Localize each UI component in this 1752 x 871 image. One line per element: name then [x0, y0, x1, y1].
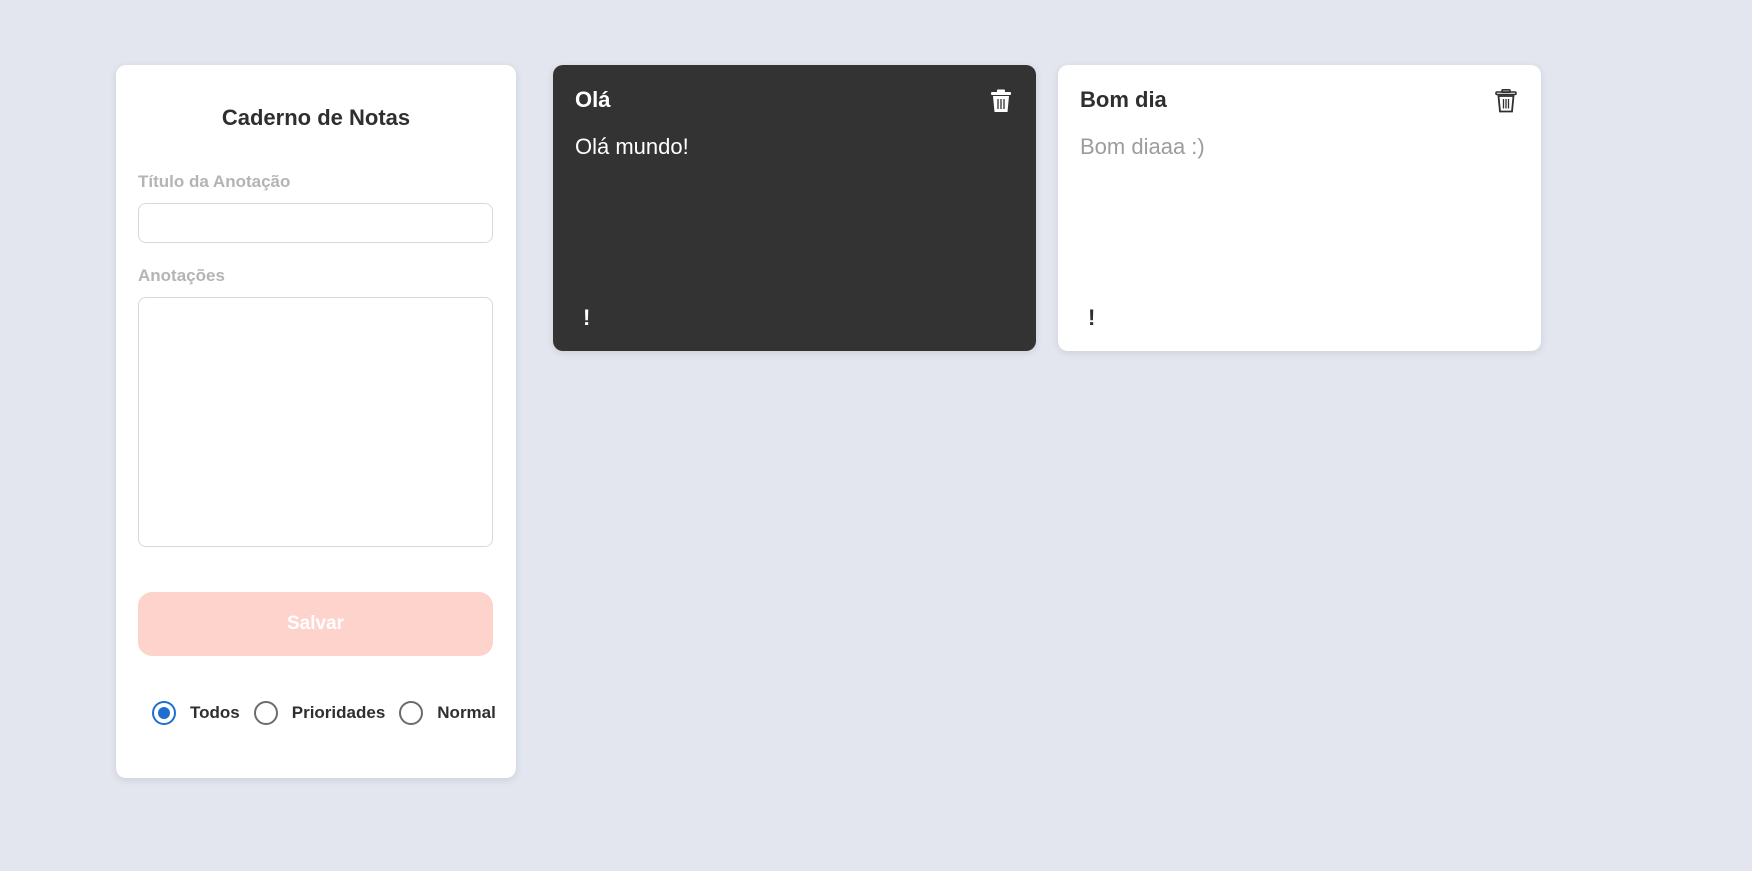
notes-textarea[interactable] [138, 297, 493, 547]
title-field-label: Título da Anotação [138, 172, 291, 191]
priority-toggle[interactable]: ! [583, 305, 590, 331]
note-body: Olá mundo! [575, 134, 689, 159]
notes-field-label: Anotações [138, 266, 225, 285]
radio-button-prioridades[interactable] [253, 701, 278, 725]
note-body: Bom diaaa :) [1080, 134, 1205, 159]
filter-option-normal[interactable]: Normal [399, 701, 496, 725]
filter-label-todos[interactable]: Todos [190, 703, 240, 723]
note-card: Olá Olá mundo! ! [553, 65, 1036, 351]
app-root: Caderno de Notas Título da Anotação Anot… [0, 0, 1752, 871]
form-title: Caderno de Notas [221, 105, 411, 130]
save-button[interactable]: Salvar [138, 592, 493, 656]
filter-radio-group: Todos Prioridades Normal [152, 699, 496, 727]
priority-toggle[interactable]: ! [1088, 305, 1095, 331]
note-form-panel: Caderno de Notas Título da Anotação Anot… [116, 65, 516, 778]
radio-button-normal[interactable] [399, 701, 424, 725]
filter-option-prioridades[interactable]: Prioridades [253, 701, 386, 725]
trash-icon[interactable] [990, 89, 1012, 113]
note-card: Bom dia Bom diaaa :) ! [1058, 65, 1541, 351]
filter-option-todos[interactable]: Todos [152, 701, 240, 725]
radio-button-todos[interactable] [152, 701, 176, 725]
title-input[interactable] [138, 203, 493, 243]
note-title: Olá [575, 87, 611, 112]
filter-label-prioridades[interactable]: Prioridades [292, 703, 386, 723]
note-title: Bom dia [1080, 87, 1167, 112]
filter-label-normal[interactable]: Normal [437, 703, 496, 723]
trash-icon[interactable] [1495, 89, 1517, 113]
